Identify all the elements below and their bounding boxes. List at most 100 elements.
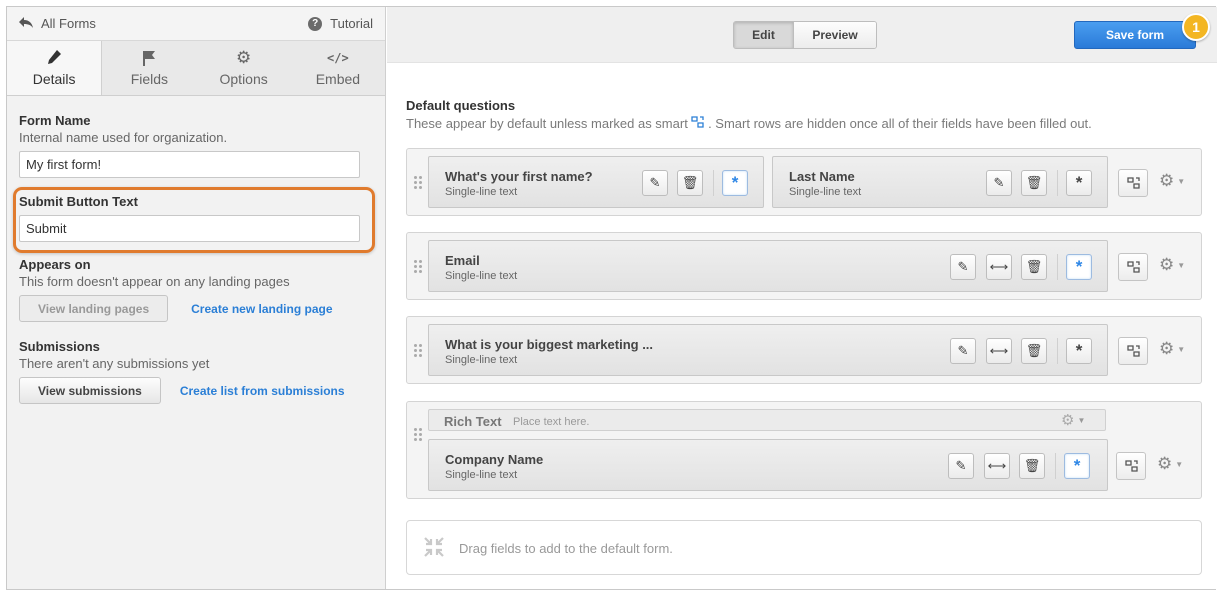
row-settings-gear-icon[interactable]: ⚙ ▼ bbox=[1159, 255, 1185, 275]
app-window: All Forms ? Tutorial Details Fields ⚙ Op… bbox=[6, 6, 1217, 590]
field-type: Single-line text bbox=[789, 186, 862, 198]
form-editor: Edit Preview Save form 1 Default questio… bbox=[387, 7, 1217, 589]
trash-icon[interactable]: 🗑 bbox=[1019, 453, 1045, 479]
required-star-icon[interactable]: * bbox=[722, 170, 748, 196]
drag-handle-icon[interactable] bbox=[414, 260, 422, 273]
field-company-name[interactable]: Company Name Single-line text ✎ ⟷ 🗑 * bbox=[428, 439, 1108, 491]
field-label: Last Name bbox=[789, 169, 855, 184]
trash-icon[interactable]: 🗑 bbox=[677, 170, 703, 196]
separator bbox=[1057, 254, 1058, 280]
settings-tabs: Details Fields ⚙ Options </> Embed bbox=[7, 41, 385, 96]
separator bbox=[1057, 170, 1058, 196]
edit-icon[interactable]: ✎ bbox=[642, 170, 668, 196]
trash-icon[interactable]: 🗑 bbox=[1021, 338, 1047, 364]
row-settings-gear-icon[interactable]: ⚙ ▼ bbox=[1157, 454, 1183, 474]
resize-arrows-icon[interactable]: ⟷ bbox=[986, 338, 1012, 364]
field-row: Rich Text Place text here. ⚙ ▼ Company Na… bbox=[406, 401, 1202, 499]
edit-mode-button[interactable]: Edit bbox=[734, 22, 794, 48]
rich-text-gear-icon[interactable]: ⚙ ▼ bbox=[1061, 411, 1085, 429]
edit-icon[interactable]: ✎ bbox=[950, 338, 976, 364]
field-label: What's your first name? bbox=[445, 169, 593, 184]
appears-on-subtitle: This form doesn't appear on any landing … bbox=[19, 274, 290, 289]
tab-fields[interactable]: Fields bbox=[102, 41, 196, 95]
resize-arrows-icon[interactable]: ⟷ bbox=[984, 453, 1010, 479]
trash-icon[interactable]: 🗑 bbox=[1021, 170, 1047, 196]
field-label: Email bbox=[445, 253, 480, 268]
required-star-icon[interactable]: * bbox=[1066, 254, 1092, 280]
drop-zone[interactable]: Drag fields to add to the default form. bbox=[406, 520, 1202, 575]
view-submissions-button[interactable]: View submissions bbox=[19, 377, 161, 404]
tab-details-label: Details bbox=[32, 70, 76, 87]
field-row: What is your biggest marketing ... Singl… bbox=[406, 316, 1202, 384]
row-settings-gear-icon[interactable]: ⚙ ▼ bbox=[1159, 171, 1185, 191]
trash-icon[interactable]: 🗑 bbox=[1021, 254, 1047, 280]
tab-options[interactable]: ⚙ Options bbox=[197, 41, 291, 95]
field-email[interactable]: Email Single-line text ✎ ⟷ 🗑 * bbox=[428, 240, 1108, 292]
submissions-subtitle: There aren't any submissions yet bbox=[19, 356, 210, 371]
smart-toggle-icon[interactable] bbox=[1116, 452, 1146, 480]
default-questions-header: Default questions These appear by defaul… bbox=[406, 98, 1092, 131]
smart-toggle-icon[interactable] bbox=[1118, 253, 1148, 281]
code-icon: </> bbox=[327, 50, 349, 65]
gear-icon: ⚙ bbox=[236, 47, 252, 67]
edit-icon[interactable]: ✎ bbox=[948, 453, 974, 479]
default-questions-subtitle: These appear by default unless marked as… bbox=[406, 116, 1092, 131]
required-star-icon[interactable]: * bbox=[1066, 170, 1092, 196]
help-icon: ? bbox=[308, 16, 323, 31]
step-badge: 1 bbox=[1182, 13, 1210, 41]
field-type: Single-line text bbox=[445, 186, 518, 198]
editor-toolbar: Edit Preview Save form 1 bbox=[387, 7, 1217, 63]
edit-icon[interactable]: ✎ bbox=[986, 170, 1012, 196]
view-landing-pages-button[interactable]: View landing pages bbox=[19, 295, 169, 322]
field-type: Single-line text bbox=[445, 270, 518, 282]
field-row: Email Single-line text ✎ ⟷ 🗑 * ⚙ ▼ bbox=[406, 232, 1202, 300]
rich-text-block[interactable]: Rich Text Place text here. ⚙ ▼ bbox=[428, 409, 1106, 431]
smart-toggle-icon[interactable] bbox=[1118, 169, 1148, 197]
subtitle-text-start: These appear by default unless marked as… bbox=[406, 116, 688, 131]
form-name-subtitle: Internal name used for organization. bbox=[19, 130, 228, 145]
drag-handle-icon[interactable] bbox=[414, 344, 422, 357]
drag-handle-icon[interactable] bbox=[414, 428, 422, 441]
create-list-link[interactable]: Create list from submissions bbox=[180, 384, 345, 398]
drag-handle-icon[interactable] bbox=[414, 176, 422, 189]
all-forms-link[interactable]: All Forms bbox=[19, 16, 96, 31]
resize-arrows-icon[interactable]: ⟷ bbox=[986, 254, 1012, 280]
separator bbox=[1057, 338, 1058, 364]
preview-mode-button[interactable]: Preview bbox=[794, 22, 876, 48]
tutorial-label: Tutorial bbox=[330, 16, 373, 31]
save-form-button[interactable]: Save form bbox=[1074, 21, 1196, 49]
field-label: Company Name bbox=[445, 452, 544, 467]
field-type: Single-line text bbox=[445, 469, 518, 481]
submit-text-title: Submit Button Text bbox=[19, 194, 138, 209]
appears-on-title: Appears on bbox=[19, 257, 91, 272]
form-name-title: Form Name bbox=[19, 113, 91, 128]
field-last-name[interactable]: Last Name Single-line text ✎ 🗑 * bbox=[772, 156, 1108, 208]
required-star-icon[interactable]: * bbox=[1064, 453, 1090, 479]
tutorial-link[interactable]: ? Tutorial bbox=[308, 16, 373, 31]
separator bbox=[1055, 453, 1056, 479]
separator bbox=[713, 170, 714, 196]
tab-options-label: Options bbox=[219, 70, 268, 87]
submit-text-input[interactable] bbox=[19, 215, 360, 242]
edit-icon[interactable]: ✎ bbox=[950, 254, 976, 280]
create-landing-page-link[interactable]: Create new landing page bbox=[191, 302, 332, 316]
field-type: Single-line text bbox=[445, 354, 518, 366]
field-first-name[interactable]: What's your first name? Single-line text… bbox=[428, 156, 764, 208]
back-arrow-icon bbox=[19, 16, 33, 31]
row-settings-gear-icon[interactable]: ⚙ ▼ bbox=[1159, 339, 1185, 359]
required-star-icon[interactable]: * bbox=[1066, 338, 1092, 364]
panel-header: All Forms ? Tutorial bbox=[7, 7, 385, 41]
form-name-input[interactable] bbox=[19, 151, 360, 178]
smart-icon bbox=[691, 116, 708, 131]
flag-icon bbox=[142, 50, 156, 66]
tab-details[interactable]: Details bbox=[7, 41, 103, 95]
field-row: What's your first name? Single-line text… bbox=[406, 148, 1202, 216]
field-marketing-question[interactable]: What is your biggest marketing ... Singl… bbox=[428, 324, 1108, 376]
form-settings-panel: All Forms ? Tutorial Details Fields ⚙ Op… bbox=[7, 7, 386, 589]
field-label: What is your biggest marketing ... bbox=[445, 337, 654, 352]
tab-embed[interactable]: </> Embed bbox=[291, 41, 385, 95]
smart-toggle-icon[interactable] bbox=[1118, 337, 1148, 365]
all-forms-label: All Forms bbox=[41, 16, 96, 31]
submissions-title: Submissions bbox=[19, 339, 100, 354]
pencil-icon bbox=[47, 49, 62, 66]
